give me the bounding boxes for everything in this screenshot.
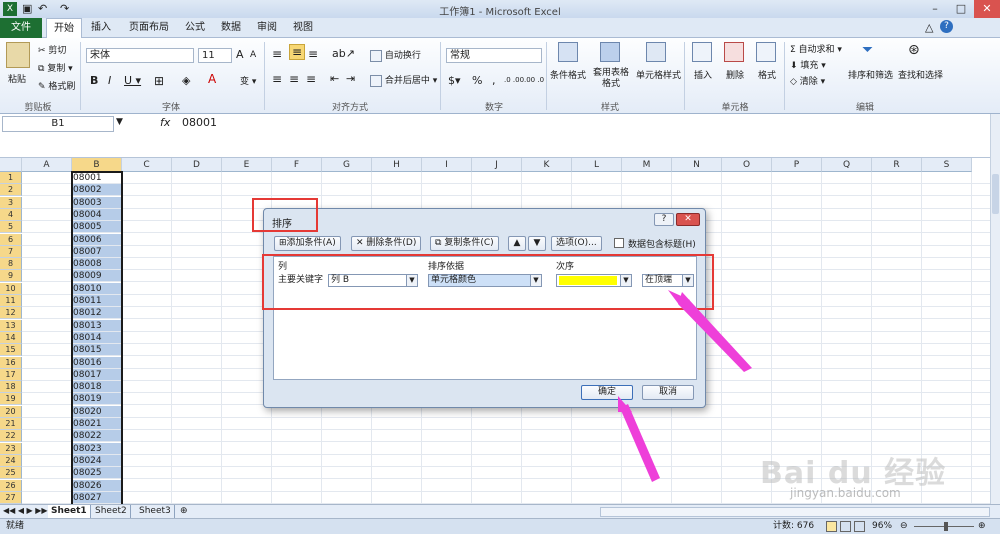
arrow-to-order bbox=[678, 292, 752, 372]
arrow-to-ok bbox=[620, 404, 660, 482]
baidu-watermark-url: jingyan.baidu.com bbox=[790, 486, 901, 500]
